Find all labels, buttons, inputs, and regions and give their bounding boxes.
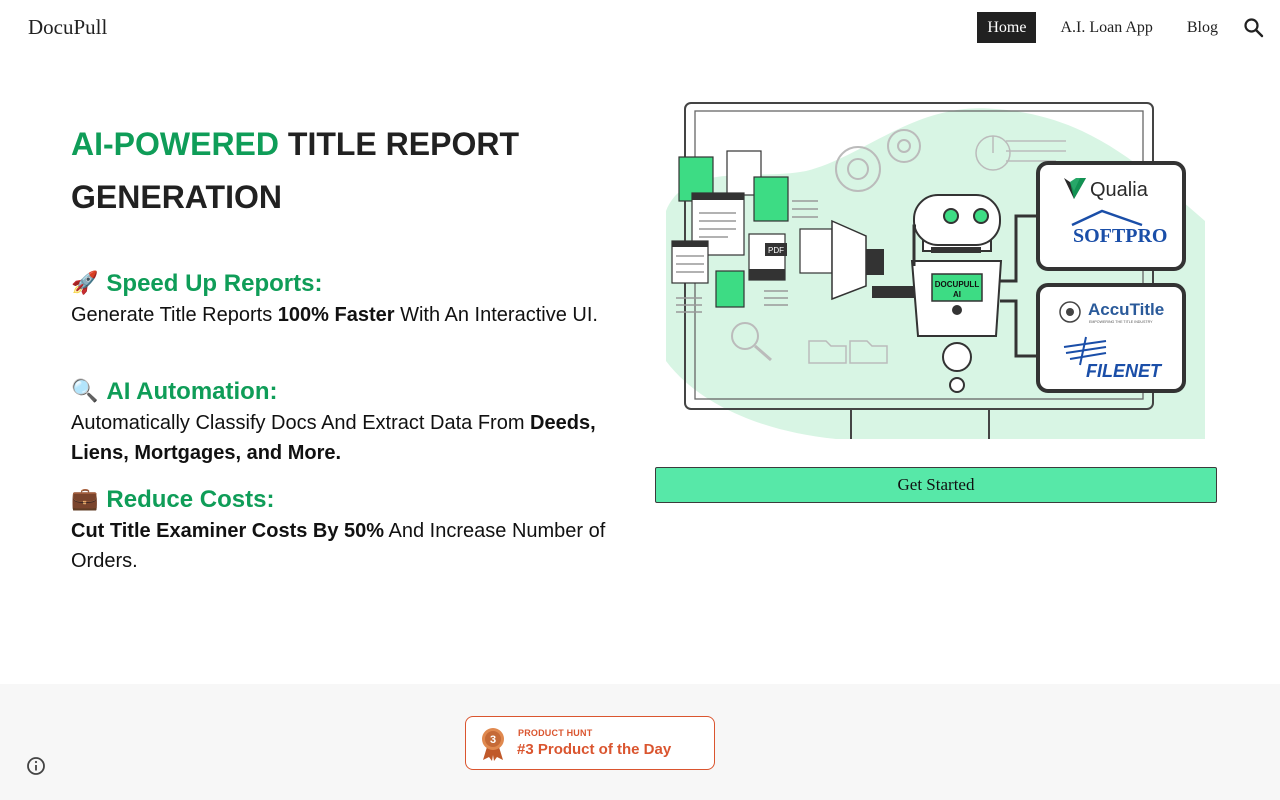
accutitle-logo: AccuTitle (1088, 300, 1164, 319)
briefcase-icon: 💼 (71, 487, 99, 512)
feature-heading: 🔍 AI Automation: (71, 377, 631, 407)
robot-label-1: DOCUPULL (935, 280, 980, 289)
hero-title: AI-POWERED TITLE REPORT GENERATION (71, 118, 611, 224)
feature-body: Automatically Classify Docs And Extract … (71, 408, 631, 468)
robot-label-2: AI (953, 290, 961, 299)
info-icon[interactable] (26, 756, 46, 776)
feature-heading: 💼 Reduce Costs: (71, 485, 631, 515)
feature-body-text: Automatically Classify Docs And Extract … (71, 412, 531, 434)
feature-speed: 🚀 Speed Up Reports: Generate Title Repor… (71, 269, 631, 330)
main-nav: Home A.I. Loan App Blog (963, 12, 1228, 43)
nav-item-blog[interactable]: Blog (1177, 12, 1228, 43)
magnifier-icon: 🔍 (71, 379, 99, 404)
pdf-label: PDF (768, 246, 784, 255)
qualia-logo: Qualia (1090, 179, 1149, 201)
badge-title: #3 Product of the Day (517, 741, 672, 758)
medal-icon: 3 (480, 727, 506, 761)
site-header: DocuPull Home A.I. Loan App Blog (0, 0, 1280, 56)
get-started-button[interactable]: Get Started (655, 467, 1217, 503)
feature-body-bold: Cut Title Examiner Costs By 50% (71, 520, 385, 542)
feature-body: Cut Title Examiner Costs By 50% And Incr… (71, 516, 631, 576)
nav-item-home[interactable]: Home (977, 12, 1037, 43)
brand-logo[interactable]: DocuPull (28, 15, 107, 40)
feature-body-text: With An Interactive UI. (394, 304, 598, 326)
accutitle-tagline: EMPOWERING THE TITLE INDUSTRY (1089, 320, 1153, 324)
feature-costs: 💼 Reduce Costs: Cut Title Examiner Costs… (71, 485, 631, 576)
hero-title-accent: AI-POWERED (71, 126, 279, 162)
nav-item-ai-loan-app[interactable]: A.I. Loan App (1050, 12, 1162, 43)
feature-body-bold: 100% Faster (277, 304, 395, 326)
feature-body: Generate Title Reports 100% Faster With … (71, 300, 631, 330)
rocket-icon: 🚀 (71, 271, 99, 296)
medal-number: 3 (490, 734, 496, 746)
badge-kicker: PRODUCT HUNT (518, 728, 593, 738)
hero-illustration: PDF DOCUPULL AI Qualia SOFTPRO AccuTitle… (666, 101, 1205, 439)
feature-heading-text: Speed Up Reports: (106, 270, 323, 297)
softpro-logo: SOFTPRO (1073, 225, 1167, 247)
product-hunt-badge[interactable]: 3 PRODUCT HUNT #3 Product of the Day (465, 716, 715, 770)
feature-automation: 🔍 AI Automation: Automatically Classify … (71, 377, 631, 468)
feature-heading-text: AI Automation: (106, 378, 278, 405)
filenet-logo: FILENET (1086, 361, 1163, 381)
feature-body-text: Generate Title Reports (71, 304, 278, 326)
feature-heading: 🚀 Speed Up Reports: (71, 269, 631, 299)
feature-heading-text: Reduce Costs: (106, 486, 275, 513)
search-icon[interactable] (1242, 16, 1266, 40)
